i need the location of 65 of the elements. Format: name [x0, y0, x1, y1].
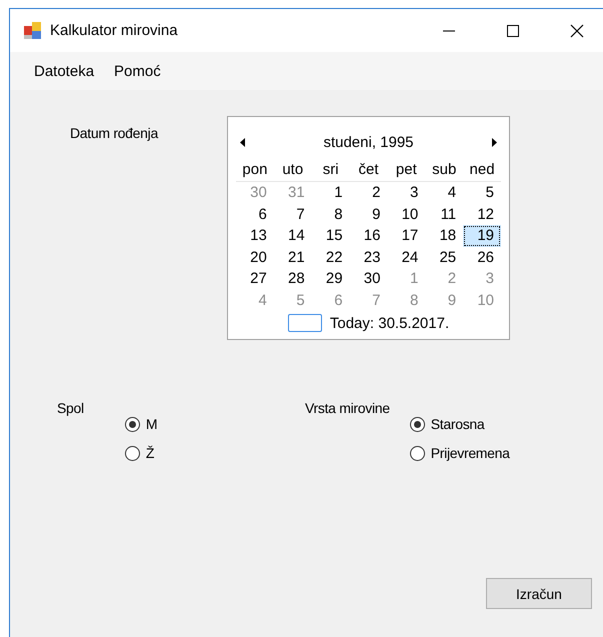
calendar-day[interactable]: 28: [274, 268, 312, 290]
radio-icon[interactable]: [124, 446, 140, 460]
calendar-day[interactable]: 21: [274, 246, 312, 268]
calendar-day[interactable]: 14: [274, 225, 312, 246]
calendar-day[interactable]: 8: [312, 204, 350, 225]
radio-option[interactable]: Prijevremena: [410, 445, 510, 461]
calendar-day[interactable]: 29: [312, 268, 350, 290]
close-icon: [570, 24, 584, 38]
weekday-label: sri: [312, 159, 350, 182]
calendar-day[interactable]: 10: [387, 204, 426, 225]
calendar-day[interactable]: 19: [463, 225, 501, 246]
calendar-day[interactable]: 11: [425, 204, 464, 225]
calendar-day[interactable]: 13: [236, 225, 274, 246]
option-label: M: [146, 416, 158, 432]
calendar-day[interactable]: 16: [350, 225, 388, 246]
weekday-label: pon: [236, 159, 274, 182]
calendar-day[interactable]: 23: [350, 246, 388, 268]
calendar-day[interactable]: 25: [425, 246, 464, 268]
calendar-day[interactable]: 24: [387, 246, 426, 268]
calendar-day[interactable]: 9: [350, 204, 388, 225]
calendar-day[interactable]: 22: [312, 246, 350, 268]
calendar-day[interactable]: 30: [350, 268, 388, 290]
calendar-day[interactable]: 27: [236, 268, 274, 290]
window-title: Kalkulator mirovina: [50, 22, 179, 39]
calendar-day[interactable]: 17: [387, 225, 426, 246]
radio-icon[interactable]: [410, 446, 425, 460]
calendar-day[interactable]: 12: [463, 204, 501, 225]
month-title: studeni, 1995: [323, 134, 414, 150]
previous-month-icon[interactable]: [240, 138, 245, 146]
group-label: Spol: [57, 400, 84, 416]
app-icon: [24, 22, 42, 40]
calendar-day[interactable]: 18: [425, 225, 464, 246]
radio-option[interactable]: Starosna: [410, 416, 510, 432]
calculate-button[interactable]: Izračun: [486, 578, 592, 609]
maximize-icon: [507, 24, 519, 36]
next-month-icon[interactable]: [492, 138, 497, 146]
calendar-day[interactable]: 6: [236, 204, 274, 225]
calendar-day[interactable]: 2: [350, 182, 388, 204]
field-label: Datum rođenja: [70, 125, 160, 141]
radio-icon[interactable]: [410, 416, 425, 432]
calendar-day[interactable]: 1: [312, 182, 350, 204]
calendar-day[interactable]: 5: [463, 182, 501, 204]
weekday-label: čet: [350, 159, 388, 182]
calendar-day[interactable]: 26: [463, 246, 501, 268]
menu-item[interactable]: Datoteka: [24, 58, 104, 84]
weekday-label: pet: [387, 159, 426, 182]
calendar-day[interactable]: 3: [387, 182, 426, 204]
radio-option[interactable]: M: [124, 416, 158, 432]
option-label: Prijevremena: [430, 445, 510, 461]
weekday-label: ned: [463, 159, 501, 182]
option-label: Ž: [146, 445, 154, 461]
today-marker-icon: [288, 314, 322, 332]
calendar-day[interactable]: 15: [312, 225, 350, 246]
calendar-day[interactable]: 7: [274, 204, 312, 225]
menu-item[interactable]: Pomoć: [104, 58, 171, 84]
weekday-label: sub: [425, 159, 464, 182]
month-calendar[interactable]: studeni, 1995 pon uto sri čet pet sub ned 30 31 1 2 3 4 5 6 7 8 9 10 11 12 13 14 15 16 17 18 19 20 21 22 23 24 25 26 27 28 29 30 1 2 3 4 5 6 7 8 9 10 Today: 30.5.2017.: [227, 116, 510, 340]
option-label: Starosna: [430, 416, 484, 432]
radio-icon[interactable]: [124, 416, 140, 432]
calendar-day[interactable]: 20: [236, 246, 274, 268]
calendar-day[interactable]: 4: [425, 182, 464, 204]
weekday-label: uto: [274, 159, 312, 182]
group-label: Vrsta mirovine: [305, 400, 390, 416]
radio-option[interactable]: Ž: [124, 445, 158, 461]
today-link[interactable]: Today: 30.5.2017.: [330, 314, 450, 332]
